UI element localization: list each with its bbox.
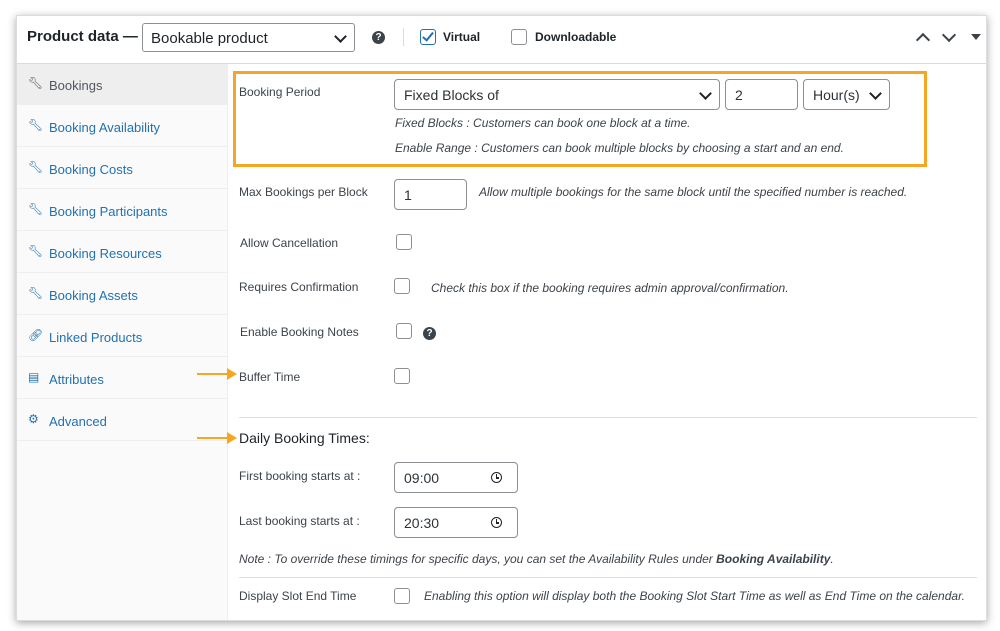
fixed-blocks-description: Fixed Blocks : Customers can book one bl… (395, 116, 691, 130)
tab-label: Booking Resources (49, 246, 162, 261)
chevron-down-icon (699, 87, 712, 100)
product-type-value: Bookable product (151, 30, 268, 47)
booking-period-type-value: Fixed Blocks of (404, 87, 499, 103)
enable-notes-checkbox[interactable] (396, 323, 412, 339)
max-bookings-input[interactable]: 1 (394, 179, 467, 210)
annotation-arrow (197, 368, 237, 380)
link-icon: 🔗︎ (28, 328, 44, 342)
tab-attributes[interactable]: ▤ Attributes (17, 358, 227, 399)
booking-unit-value: Hour(s) (813, 87, 860, 103)
tab-booking-availability[interactable]: 🔧︎ Booking Availability (17, 106, 227, 147)
tab-booking-participants[interactable]: 🔧︎ Booking Participants (17, 190, 227, 231)
move-down-icon[interactable] (941, 27, 957, 43)
tab-booking-costs[interactable]: 🔧︎ Booking Costs (17, 148, 227, 189)
first-booking-time-value: 09:00 (404, 470, 440, 486)
clock-icon[interactable] (491, 517, 502, 528)
tab-bookings[interactable]: 🔧︎ Bookings (17, 64, 227, 105)
gear-icon: ⚙ (28, 412, 39, 426)
panel-header: Product data — Bookable product ? Virtua… (17, 16, 986, 64)
allow-cancellation-label: Allow Cancellation (240, 236, 339, 250)
last-booking-time-value: 20:30 (404, 515, 440, 531)
tab-label: Advanced (49, 414, 107, 429)
section-divider (239, 577, 977, 578)
booking-block-input[interactable]: 2 (725, 79, 798, 110)
booking-block-value: 2 (735, 87, 743, 103)
help-icon[interactable]: ? (423, 327, 436, 340)
first-booking-time-input[interactable]: 09:00 (394, 462, 518, 493)
virtual-checkbox[interactable] (420, 29, 436, 45)
wrench-icon: 🔧︎ (28, 160, 44, 174)
max-bookings-value: 1 (404, 187, 412, 203)
tab-booking-assets[interactable]: 🔧︎ Booking Assets (17, 274, 227, 315)
max-bookings-description: Allow multiple bookings for the same blo… (479, 185, 908, 199)
section-divider (239, 417, 977, 418)
tab-label: Booking Costs (49, 162, 133, 177)
booking-unit-select[interactable]: Hour(s) (803, 79, 890, 110)
override-note: Note : To override these timings for spe… (239, 552, 834, 566)
buffer-time-label: Buffer Time (239, 370, 301, 384)
wrench-icon: 🔧︎ (28, 118, 44, 132)
panel-title: Product data — (27, 28, 138, 45)
product-data-tabs: 🔧︎ Bookings 🔧︎ Booking Availability 🔧︎ B… (17, 64, 228, 620)
chevron-down-icon (334, 30, 347, 43)
tab-linked-products[interactable]: 🔗︎ Linked Products (17, 316, 227, 357)
help-icon[interactable]: ? (372, 31, 385, 44)
tab-label: Booking Availability (49, 120, 161, 135)
product-data-panel: Product data — Bookable product ? Virtua… (16, 15, 987, 621)
downloadable-checkbox[interactable] (511, 29, 527, 45)
tab-label: Booking Participants (49, 204, 168, 219)
override-note-end: . (830, 552, 834, 566)
toggle-panel-icon[interactable] (971, 34, 981, 40)
requires-confirmation-description: Check this box if the booking requires a… (431, 281, 789, 295)
wrench-icon: 🔧︎ (28, 244, 44, 258)
enable-notes-label: Enable Booking Notes (240, 325, 359, 339)
display-slot-end-description: Enabling this option will display both t… (424, 589, 965, 603)
requires-confirmation-label: Requires Confirmation (239, 280, 359, 294)
list-icon: ▤ (28, 370, 40, 384)
clock-icon[interactable] (491, 472, 502, 483)
tab-booking-resources[interactable]: 🔧︎ Booking Resources (17, 232, 227, 273)
tab-advanced[interactable]: ⚙ Advanced (17, 400, 227, 441)
last-booking-time-input[interactable]: 20:30 (394, 507, 518, 538)
annotation-arrow (197, 432, 237, 444)
product-type-select[interactable]: Bookable product (142, 23, 355, 52)
downloadable-label: Downloadable (535, 30, 617, 44)
tab-label: Bookings (49, 78, 103, 93)
max-bookings-label: Max Bookings per Block (239, 185, 368, 199)
booking-period-type-select[interactable]: Fixed Blocks of (394, 79, 720, 110)
move-up-icon[interactable] (915, 32, 931, 48)
override-note-text: Note : To override these timings for spe… (239, 552, 717, 566)
tab-label: Attributes (49, 372, 104, 387)
chevron-down-icon (869, 87, 882, 100)
booking-period-label: Booking Period (239, 85, 321, 99)
wrench-icon: 🔧︎ (28, 286, 44, 300)
wrench-icon: 🔧︎ (28, 76, 44, 90)
requires-confirmation-checkbox[interactable] (394, 278, 410, 294)
display-slot-end-label: Display Slot End Time (239, 589, 357, 603)
display-slot-end-checkbox[interactable] (394, 588, 410, 604)
enable-range-description: Enable Range : Customers can book multip… (395, 141, 844, 155)
daily-booking-times-heading: Daily Booking Times: (239, 430, 370, 446)
tab-label: Linked Products (49, 330, 143, 345)
last-booking-label: Last booking starts at : (239, 514, 360, 528)
first-booking-label: First booking starts at : (239, 469, 361, 483)
allow-cancellation-checkbox[interactable] (396, 234, 412, 250)
virtual-label: Virtual (443, 30, 481, 44)
buffer-time-checkbox[interactable] (394, 368, 410, 384)
tab-label: Booking Assets (49, 288, 138, 303)
booking-availability-link[interactable]: Booking Availability (716, 552, 830, 566)
wrench-icon: 🔧︎ (28, 202, 44, 216)
header-divider (403, 28, 404, 46)
